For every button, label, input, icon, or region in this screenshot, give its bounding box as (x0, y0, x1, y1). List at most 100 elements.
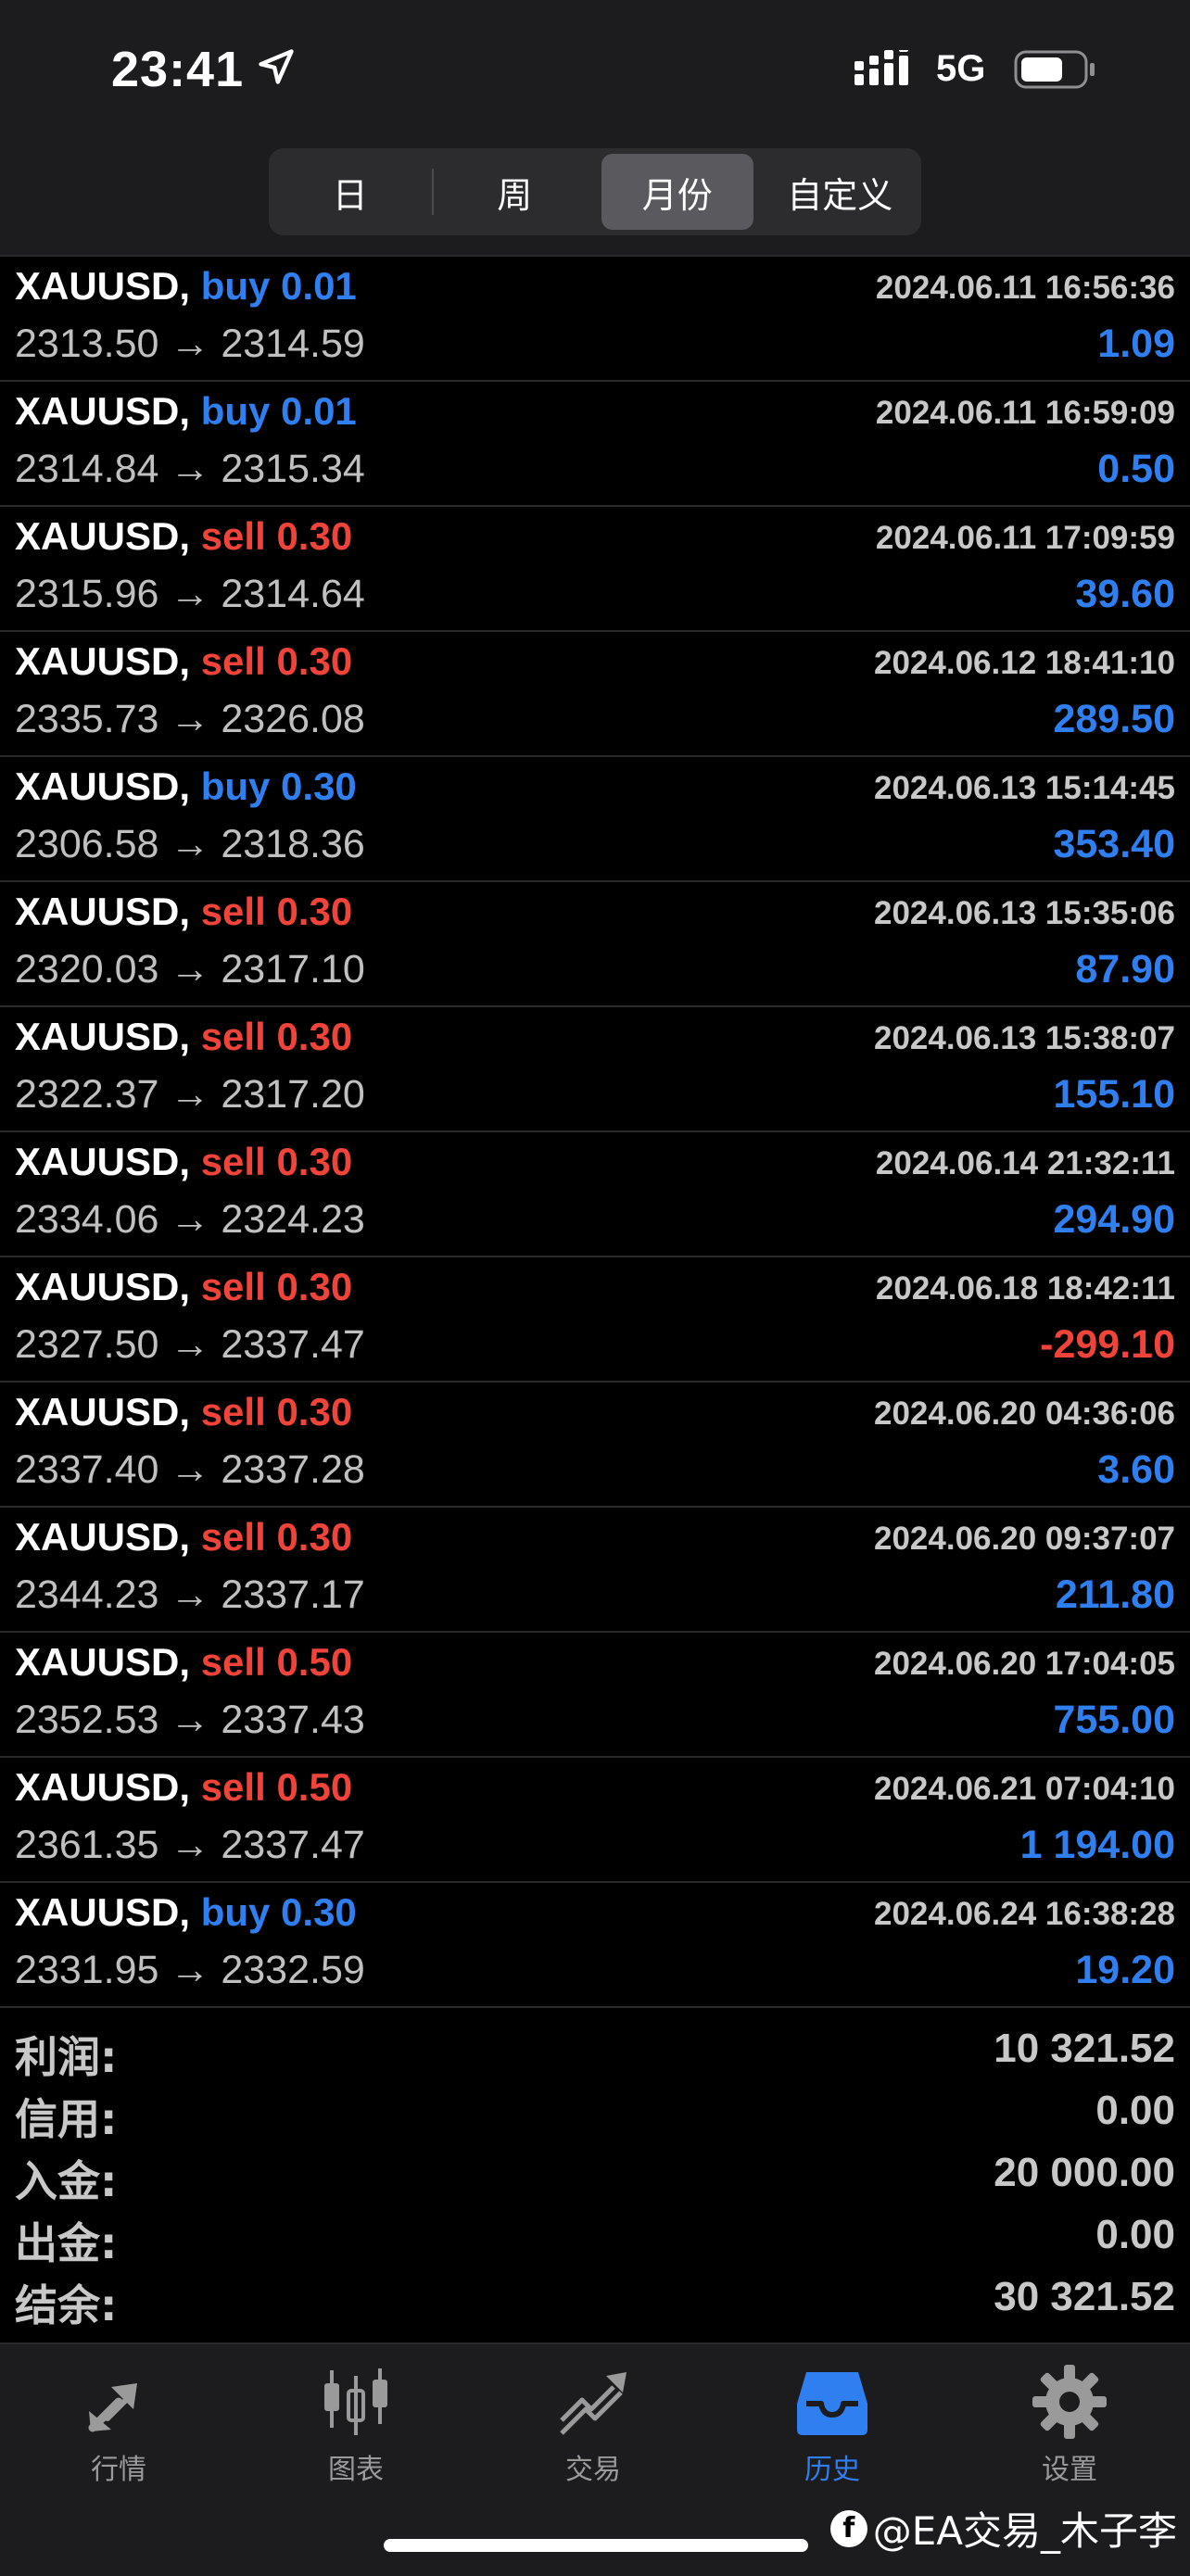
trade-row[interactable]: XAUUSD, sell 0.30 2024.06.13 15:35:06 2320… (0, 882, 1190, 1007)
summary-label: 入金: (15, 2156, 118, 2206)
trade-row[interactable]: XAUUSD, sell 0.30 2024.06.18 18:42:11 2327… (0, 1257, 1190, 1383)
tab-history[interactable]: 历史 (740, 2363, 925, 2502)
summary-row-profit: 利润: 10 321.52 (0, 2020, 1190, 2082)
trade-profit: 3.60 (1097, 1447, 1175, 1492)
arrow-icon: → (170, 1447, 210, 1492)
trade-prices: 2314.84 → 2315.34 (15, 447, 365, 492)
trade-profit: 755.00 (1053, 1698, 1175, 1742)
trade-row[interactable]: XAUUSD, sell 0.30 2024.06.20 09:37:07 2344… (0, 1508, 1190, 1633)
trade-header: XAUUSD, sell 0.30 (15, 1390, 352, 1434)
trade-profit: 155.10 (1053, 1072, 1175, 1117)
status-time: 23:41 (111, 42, 245, 97)
watermark-logo-icon: f (829, 2509, 867, 2547)
tab-quotes[interactable]: 行情 (26, 2363, 211, 2502)
tab-month[interactable]: 月份 (601, 154, 753, 230)
trade-row[interactable]: XAUUSD, buy 0.30 2024.06.13 15:14:45 2306.… (0, 757, 1190, 882)
trade-side: buy (200, 764, 271, 808)
trade-row[interactable]: XAUUSD, sell 0.50 2024.06.20 17:04:05 2352… (0, 1633, 1190, 1758)
close-price: 2326.08 (221, 697, 365, 741)
trade-prices: 2327.50 → 2337.47 (15, 1322, 365, 1368)
trade-profit: -299.10 (1040, 1322, 1175, 1367)
account-summary: 利润: 10 321.52 信用: 0.00 入金: 20 000.00 出金:… (0, 2020, 1190, 2330)
close-price: 2314.64 (221, 572, 365, 616)
close-price: 2317.20 (221, 1072, 365, 1117)
arrow-icon: → (170, 447, 210, 491)
trade-history-list: XAUUSD, buy 0.01 2024.06.11 16:56:36 2313.… (0, 257, 1190, 2008)
tab-custom[interactable]: 自定义 (765, 154, 917, 230)
trade-header: XAUUSD, sell 0.30 (15, 639, 352, 684)
trade-volume: 0.30 (276, 1515, 353, 1559)
arrow-icon: → (170, 1572, 210, 1617)
trade-volume: 0.30 (276, 639, 353, 683)
arrow-icon: → (170, 1197, 210, 1242)
open-price: 2313.50 (15, 322, 159, 366)
arrow-icon: → (170, 1322, 210, 1367)
trade-trend-icon (560, 2372, 627, 2435)
trade-profit: 211.80 (1055, 1572, 1175, 1617)
trade-side: buy (200, 264, 271, 308)
summary-value: 0.00 (1095, 2088, 1175, 2133)
summary-value: 30 321.52 (994, 2274, 1175, 2319)
tab-settings[interactable]: 设置 (977, 2363, 1162, 2502)
trade-profit: 87.90 (1075, 947, 1175, 991)
trade-row[interactable]: XAUUSD, sell 0.30 2024.06.12 18:41:10 2335… (0, 632, 1190, 757)
close-price: 2337.17 (221, 1572, 365, 1617)
candlestick-chart-icon (324, 2368, 387, 2435)
trade-row[interactable]: XAUUSD, sell 0.50 2024.06.21 07:04:10 2361… (0, 1758, 1190, 1883)
summary-label: 结余: (15, 2280, 118, 2330)
trade-row[interactable]: XAUUSD, buy 0.01 2024.06.11 16:56:36 2313.… (0, 257, 1190, 382)
trade-prices: 2335.73 → 2326.08 (15, 697, 365, 742)
home-indicator[interactable] (384, 2539, 808, 2552)
tab-day[interactable]: 日 (274, 154, 426, 230)
trade-row[interactable]: XAUUSD, sell 0.30 2024.06.13 15:38:07 2322… (0, 1007, 1190, 1132)
arrow-icon: → (170, 572, 210, 616)
open-price: 2331.95 (15, 1948, 159, 1992)
tab-trade[interactable]: 交易 (500, 2363, 686, 2502)
trade-header: XAUUSD, sell 0.30 (15, 1515, 352, 1559)
trade-symbol: XAUUSD, (15, 1765, 191, 1809)
watermark: f @EA交易_木子李 (829, 2500, 1177, 2557)
summary-value: 0.00 (1095, 2212, 1175, 2257)
trade-prices: 2361.35 → 2337.47 (15, 1823, 365, 1868)
trade-time: 2024.06.12 18:41:10 (874, 645, 1175, 681)
tab-week[interactable]: 周 (439, 154, 591, 230)
trade-header: XAUUSD, buy 0.30 (15, 1890, 357, 1935)
trade-side: buy (200, 389, 271, 433)
tab-label: 历史 (804, 2454, 860, 2486)
open-price: 2322.37 (15, 1072, 159, 1117)
tab-label: 设置 (1042, 2454, 1097, 2486)
trade-volume: 0.50 (276, 1640, 353, 1684)
period-selector-bar: 日 周 月份 自定义 (0, 139, 1190, 257)
open-price: 2335.73 (15, 697, 159, 741)
history-inbox-icon (797, 2372, 867, 2435)
trade-row[interactable]: XAUUSD, sell 0.30 2024.06.14 21:32:11 2334… (0, 1132, 1190, 1257)
arrow-icon: → (170, 322, 210, 366)
trade-time: 2024.06.20 17:04:05 (874, 1646, 1175, 1682)
summary-label: 信用: (15, 2094, 118, 2144)
trade-volume: 0.50 (276, 1765, 353, 1809)
trade-row[interactable]: XAUUSD, buy 0.01 2024.06.11 16:59:09 2314.… (0, 382, 1190, 507)
tab-charts[interactable]: 图表 (263, 2363, 449, 2502)
trade-side: sell (200, 1390, 266, 1433)
trade-row[interactable]: XAUUSD, sell 0.30 2024.06.20 04:36:06 2337… (0, 1383, 1190, 1508)
close-price: 2324.23 (221, 1197, 365, 1242)
trade-prices: 2337.40 → 2337.28 (15, 1447, 365, 1493)
open-price: 2344.23 (15, 1572, 159, 1617)
trade-prices: 2320.03 → 2317.10 (15, 947, 365, 992)
trade-volume: 0.30 (276, 890, 353, 933)
trade-symbol: XAUUSD, (15, 1390, 191, 1433)
trade-symbol: XAUUSD, (15, 389, 191, 433)
close-price: 2337.28 (221, 1447, 365, 1492)
tab-label: 图表 (328, 2454, 384, 2486)
trade-header: XAUUSD, sell 0.30 (15, 890, 352, 934)
summary-row-credit: 信用: 0.00 (0, 2082, 1190, 2144)
trade-row[interactable]: XAUUSD, sell 0.30 2024.06.11 17:09:59 2315… (0, 507, 1190, 632)
trade-profit: 289.50 (1053, 697, 1175, 741)
trade-side: sell (200, 639, 266, 683)
trade-prices: 2331.95 → 2332.59 (15, 1948, 365, 1993)
trade-row[interactable]: XAUUSD, buy 0.30 2024.06.24 16:38:28 2331.… (0, 1883, 1190, 2008)
trade-header: XAUUSD, sell 0.30 (15, 1140, 352, 1184)
trade-time: 2024.06.24 16:38:28 (874, 1896, 1175, 1932)
close-price: 2318.36 (221, 822, 365, 866)
trade-prices: 2344.23 → 2337.17 (15, 1572, 365, 1618)
